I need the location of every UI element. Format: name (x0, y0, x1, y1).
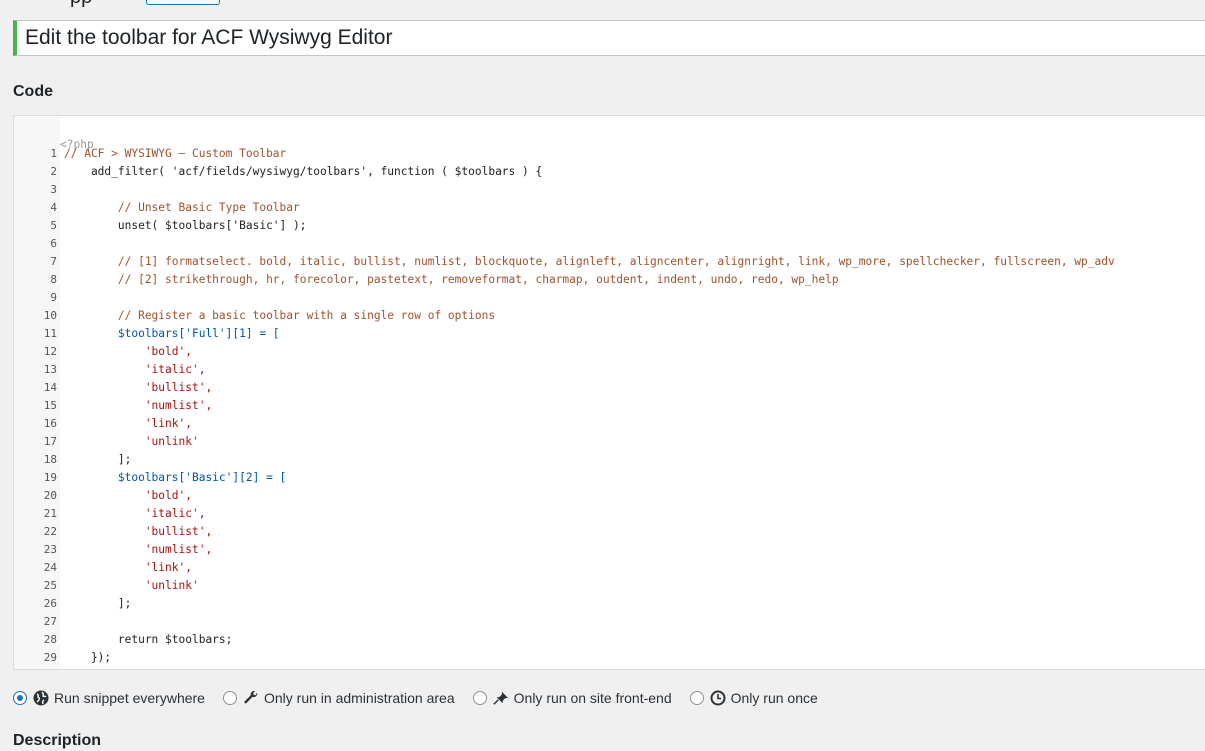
code-text: 'unlink' (64, 435, 199, 448)
code-text: ]; (64, 453, 132, 466)
option-label: Only run in administration area (263, 690, 455, 706)
code-text: 'bullist', (64, 525, 213, 538)
line-number: 28 (43, 633, 57, 646)
line-number: 8 (50, 273, 57, 286)
line-number: 1 (50, 147, 57, 160)
code-heading: Code (13, 83, 53, 100)
line-number: 10 (43, 309, 57, 322)
line-number: 12 (43, 345, 57, 358)
line-number: 23 (43, 543, 57, 556)
option-run-frontend[interactable]: Only run on site front-end (472, 690, 672, 706)
line-number: 4 (50, 201, 57, 214)
line-number: 24 (43, 561, 57, 574)
code-editor[interactable]: <?php 1 // ACF > WYSIWYG – Custom Toolbar… (13, 115, 1205, 670)
line-number: 27 (43, 615, 57, 628)
code-text: return $toolbars; (64, 633, 233, 646)
code-text: 'numlist', (64, 543, 213, 556)
page-heading-fragment: pp (70, 0, 92, 9)
radio-once[interactable] (689, 691, 704, 705)
line-number: 9 (50, 291, 57, 304)
radio-frontend[interactable] (472, 691, 487, 705)
code-text: 'bold', (64, 345, 192, 358)
radio-everywhere[interactable] (13, 691, 27, 705)
pin-icon (493, 690, 509, 706)
line-number: 26 (43, 597, 57, 610)
code-header-line: <?php (14, 118, 94, 151)
code-text: 'numlist', (64, 399, 213, 412)
option-label: Run snippet everywhere (54, 690, 205, 706)
line-number: 20 (43, 489, 57, 502)
code-text: 'italic', (64, 363, 206, 376)
description-heading: Description (13, 732, 102, 749)
code-text: // [1] formatselect. bold, italic, bulli… (64, 255, 1115, 268)
code-text: // ACF > WYSIWYG – Custom Toolbar (64, 147, 287, 160)
code-text: unset( $toolbars['Basic'] ); (64, 219, 307, 232)
line-number: 22 (43, 525, 57, 538)
code-text: add_filter( 'acf/fields/wysiwyg/toolbars… (64, 165, 543, 178)
code-text: 'italic', (64, 507, 206, 520)
line-number: 3 (50, 183, 57, 196)
code-text: // Unset Basic Type Toolbar (64, 201, 300, 214)
code-text: $toolbars['Full'][1] = [ (64, 327, 280, 340)
code-text: 'bold', (64, 489, 192, 502)
option-run-admin[interactable]: Only run in administration area (222, 690, 455, 706)
line-number: 11 (43, 327, 57, 340)
line-number: 14 (43, 381, 57, 394)
wrench-icon (243, 690, 259, 706)
line-number: 5 (50, 219, 57, 232)
code-text: ]; (64, 597, 132, 610)
radio-admin[interactable] (222, 691, 237, 705)
line-number: 19 (43, 471, 57, 484)
option-label: Only run once (730, 690, 818, 706)
snippet-title-input[interactable]: Edit the toolbar for ACF Wysiwyg Editor (13, 20, 1205, 56)
option-run-everywhere[interactable]: Run snippet everywhere (13, 690, 205, 706)
line-number: 15 (43, 399, 57, 412)
clock-icon (710, 690, 726, 706)
line-number: 13 (43, 363, 57, 376)
code-text: 'unlink' (64, 579, 199, 592)
line-number: 29 (43, 651, 57, 664)
top-button[interactable] (146, 0, 220, 5)
line-number: 25 (43, 579, 57, 592)
code-text: // Register a basic toolbar with a singl… (64, 309, 496, 322)
line-number: 16 (43, 417, 57, 430)
option-run-once[interactable]: Only run once (689, 690, 818, 706)
code-text: $toolbars['Basic'][2] = [ (64, 471, 287, 484)
code-text: 'link', (64, 561, 192, 574)
option-label: Only run on site front-end (513, 690, 672, 706)
code-text: // [2] strikethrough, hr, forecolor, pas… (64, 273, 839, 286)
line-number: 17 (43, 435, 57, 448)
code-text: 'bullist', (64, 381, 213, 394)
globe-icon (33, 690, 49, 706)
code-text: 'link', (64, 417, 192, 430)
code-text: }); (64, 651, 112, 664)
line-number: 2 (50, 165, 57, 178)
line-number: 18 (43, 453, 57, 466)
line-number: 6 (50, 237, 57, 250)
run-scope-options: Run snippet everywhere Only run in admin… (13, 686, 836, 710)
line-number: 21 (43, 507, 57, 520)
line-number: 7 (50, 255, 57, 268)
